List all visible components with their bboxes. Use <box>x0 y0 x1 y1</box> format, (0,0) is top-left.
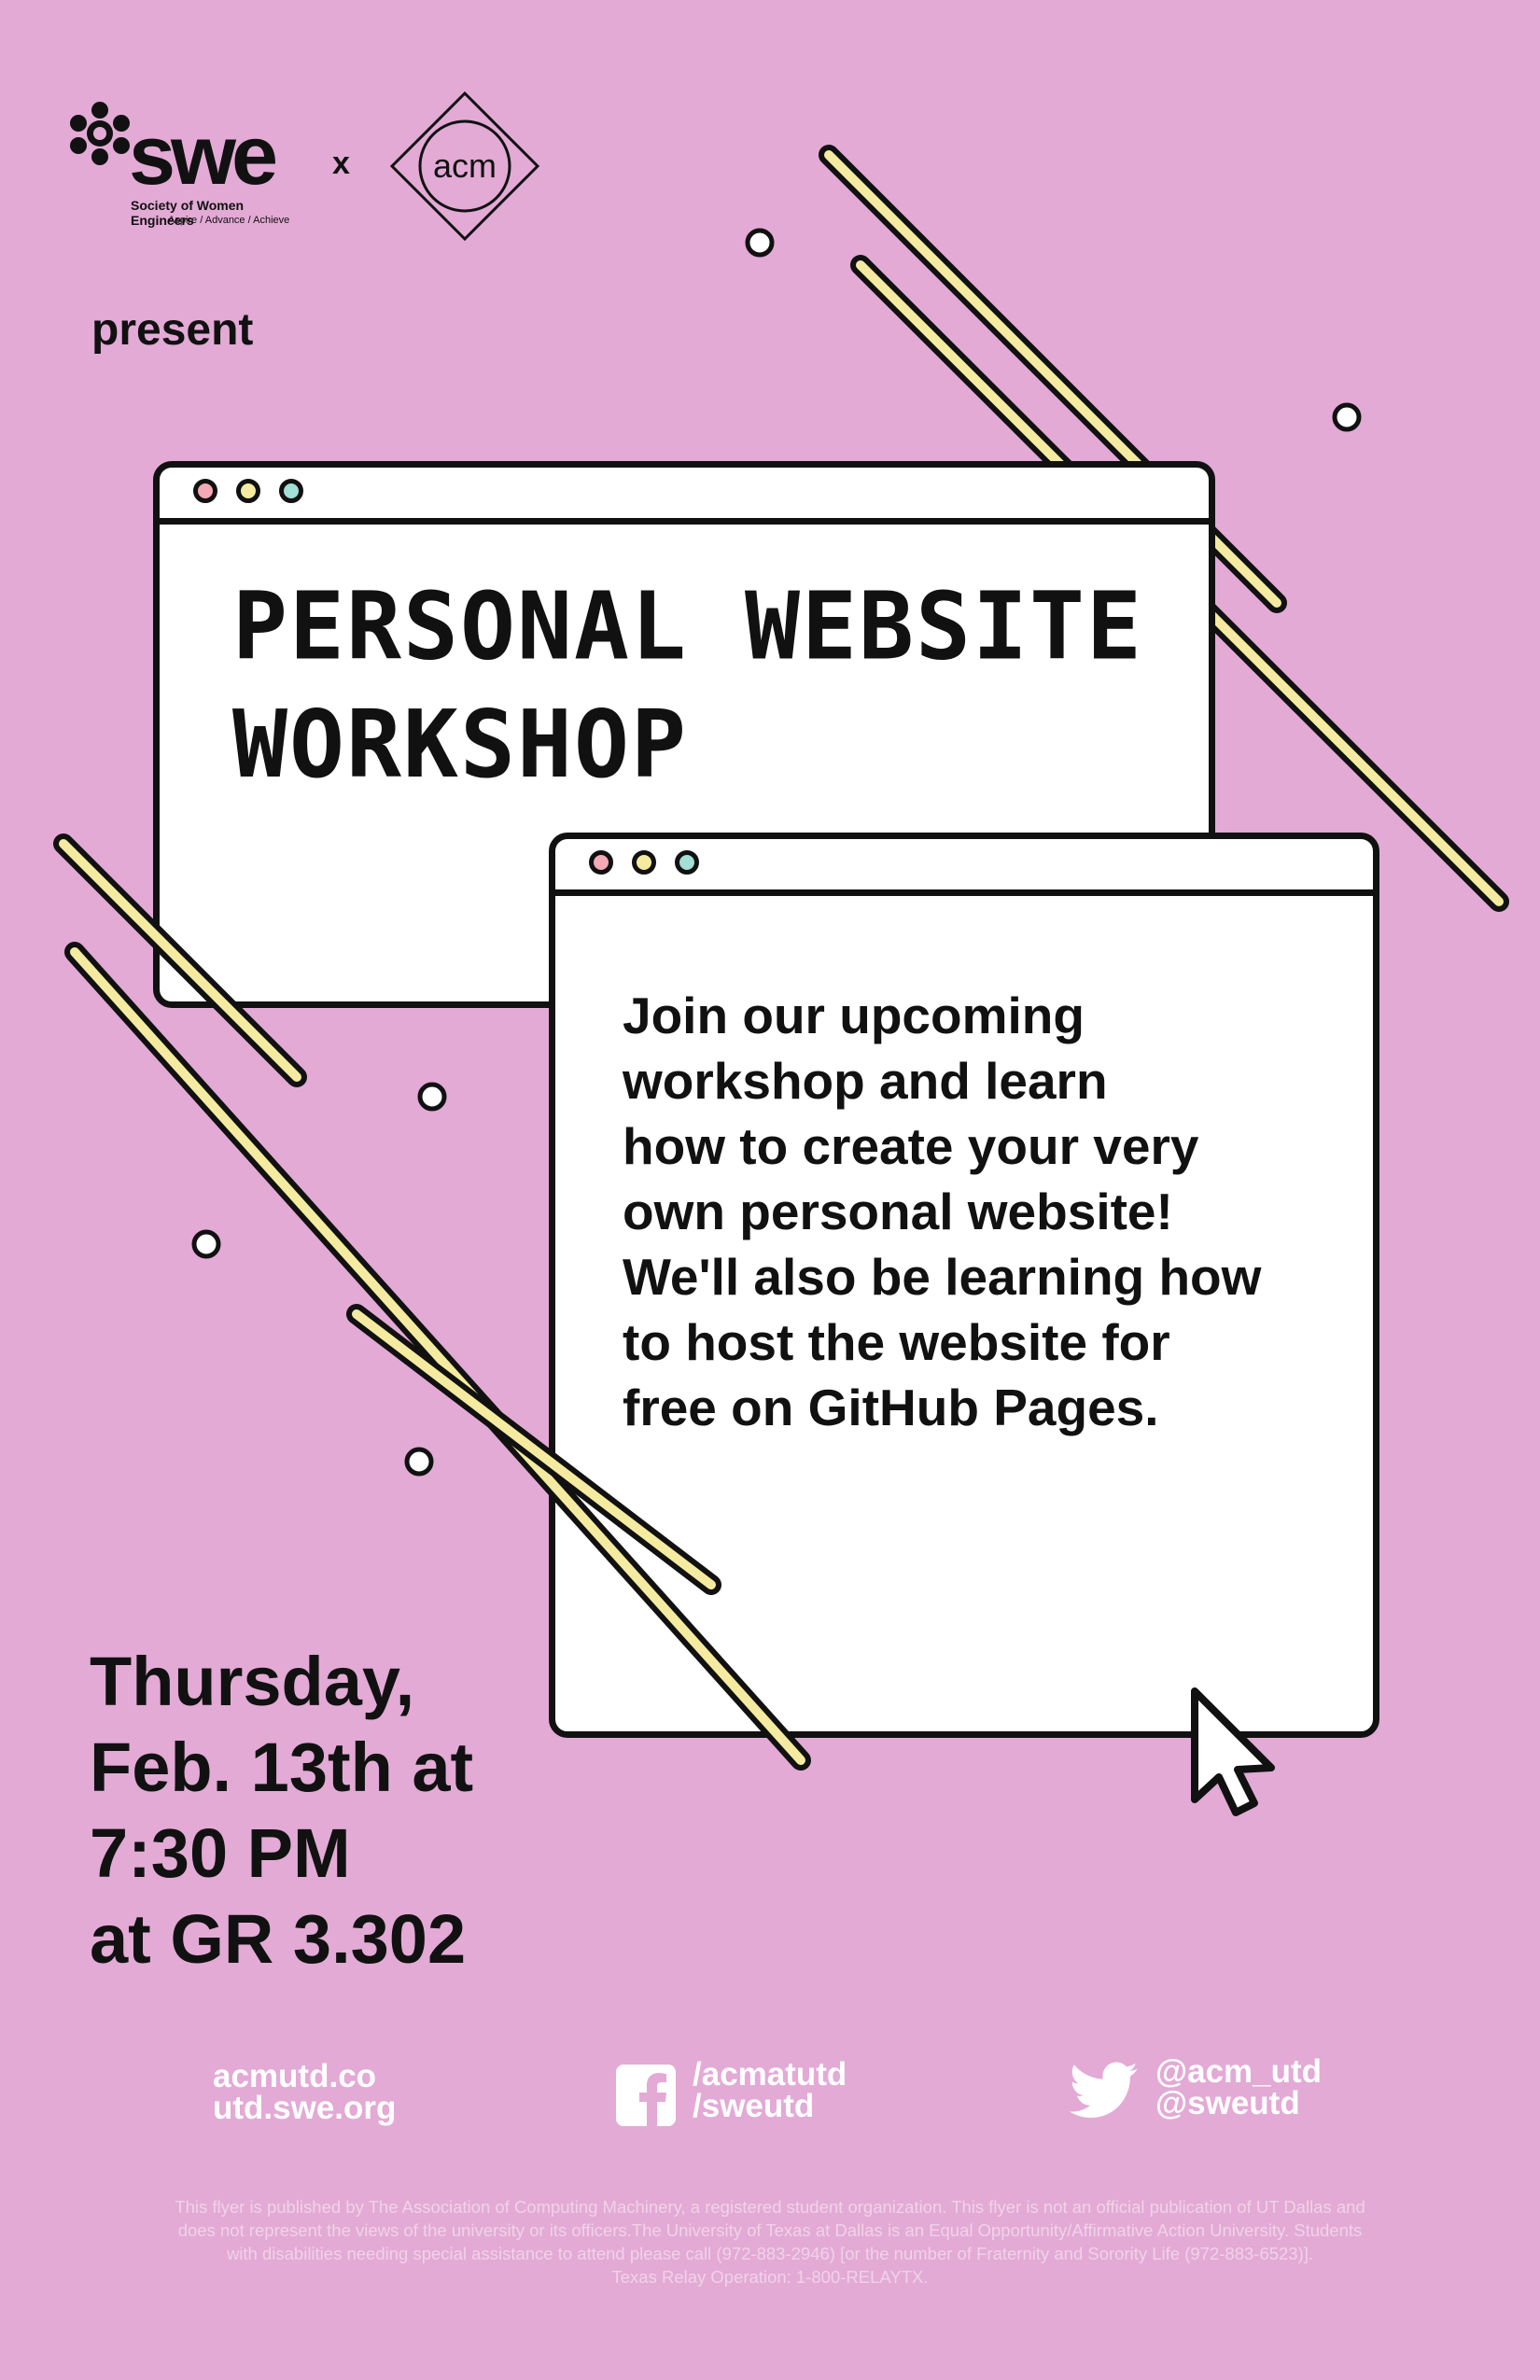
acm-wordmark: acm <box>432 147 497 185</box>
window-titlebar <box>555 839 1373 896</box>
window-dot-yellow <box>632 850 656 875</box>
circle-decoration <box>417 1082 447 1112</box>
swe-sub-tagline: Aspire / Advance / Achieve <box>168 215 290 226</box>
twitter-handle[interactable]: @sweutd <box>1155 2087 1322 2120</box>
website-links: acmutd.co utd.swe.org <box>213 2060 396 2124</box>
facebook-handle[interactable]: /acmatutd <box>693 2058 847 2091</box>
disclaimer: This flyer is published by The Associati… <box>75 2195 1465 2289</box>
window-dot-yellow <box>236 479 260 503</box>
disclaimer-line: Texas Relay Operation: 1-800-RELAYTX. <box>611 2267 929 2287</box>
event-line: 7:30 PM <box>90 1814 351 1892</box>
description-line: own personal website! <box>623 1183 1173 1240</box>
event-line: Thursday, <box>90 1643 415 1720</box>
headline-line1: PERSONAL WEBSITE <box>232 572 1144 681</box>
window-titlebar <box>160 468 1209 525</box>
description-line: how to create your very <box>623 1117 1199 1175</box>
event-line: at GR 3.302 <box>90 1900 467 1978</box>
swe-logo: swe Society of Women Engineers Aspire / … <box>67 101 301 231</box>
disclaimer-line: This flyer is published by The Associati… <box>175 2197 1365 2217</box>
facebook-icon <box>616 2065 676 2126</box>
present-label: present <box>91 305 254 355</box>
twitter-handles: @acm_utd @sweutd <box>1155 2055 1322 2120</box>
description-line: workshop and learn <box>623 1052 1108 1110</box>
description-line: to host the website for <box>623 1313 1170 1371</box>
window-dot-pink <box>589 850 613 875</box>
facebook-handle[interactable]: /sweutd <box>693 2090 847 2122</box>
description-line: We'll also be learning how <box>623 1248 1262 1306</box>
window-dot-teal <box>675 850 699 875</box>
logo-separator: x <box>332 146 350 181</box>
window-dot-pink <box>193 479 217 503</box>
gear-icon <box>70 102 130 165</box>
window-dot-teal <box>279 479 303 503</box>
circle-decoration <box>745 228 775 258</box>
headline: PERSONAL WEBSITE WORKSHOP <box>232 568 1143 805</box>
description-line: Join our upcoming <box>623 987 1085 1044</box>
website-link[interactable]: acmutd.co <box>213 2060 396 2093</box>
description-window: Join our upcoming workshop and learn how… <box>549 833 1379 1738</box>
acm-logo: acm <box>388 90 541 243</box>
twitter-icon <box>1070 2062 1138 2118</box>
description-text: Join our upcoming workshop and learn how… <box>623 983 1369 1440</box>
facebook-handles: /acmatutd /sweutd <box>693 2058 847 2122</box>
circle-decoration <box>191 1229 221 1259</box>
website-link[interactable]: utd.swe.org <box>213 2092 396 2124</box>
twitter-handle[interactable]: @acm_utd <box>1155 2055 1322 2088</box>
circle-decoration <box>404 1447 434 1477</box>
circle-decoration <box>1332 402 1362 432</box>
swe-wordmark: swe <box>129 109 278 203</box>
event-line: Feb. 13th at <box>90 1729 474 1806</box>
event-datetime: Thursday, Feb. 13th at 7:30 PM at GR 3.3… <box>90 1639 473 1982</box>
disclaimer-line: with disabilities needing special assist… <box>226 2244 1314 2263</box>
description-line: free on GitHub Pages. <box>623 1379 1159 1436</box>
headline-line2: WORKSHOP <box>232 691 689 800</box>
disclaimer-line: does not represent the views of the univ… <box>177 2220 1363 2240</box>
